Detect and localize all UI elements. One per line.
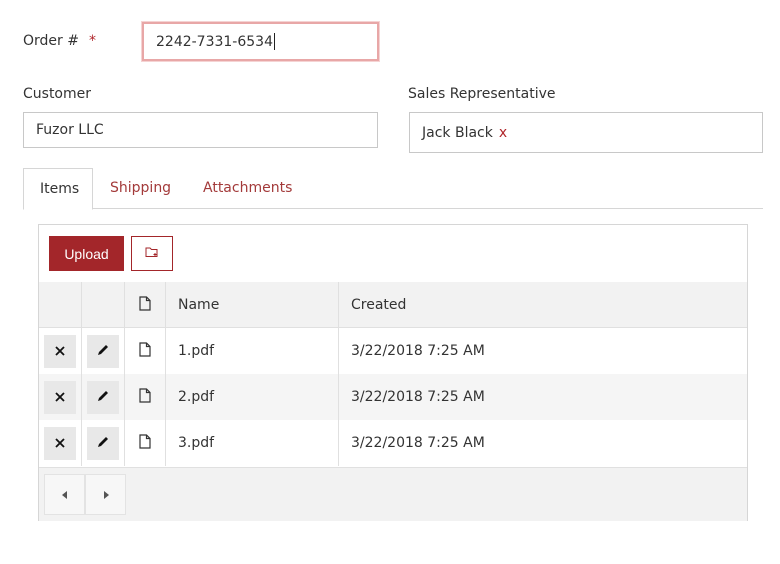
caret-left-icon: [61, 487, 68, 503]
edit-button[interactable]: [87, 380, 119, 414]
close-icon: [55, 436, 65, 451]
tab-attachments[interactable]: Attachments: [187, 168, 308, 209]
pencil-icon: [96, 343, 110, 360]
next-page-button[interactable]: [85, 474, 126, 515]
sales-rep-tag: Jack Black x: [422, 125, 507, 141]
close-icon: [55, 390, 65, 405]
upload-button[interactable]: Upload: [49, 236, 124, 271]
table-row: 3.pdf 3/22/2018 7:25 AM: [39, 420, 747, 466]
new-folder-button[interactable]: [131, 236, 173, 271]
sales-rep-value: Jack Black: [422, 124, 493, 141]
pencil-icon: [96, 389, 110, 406]
file-icon: [139, 387, 151, 407]
file-name: 3.pdf: [166, 420, 339, 466]
caret-right-icon: [103, 487, 109, 503]
delete-button[interactable]: [44, 380, 76, 414]
grid-header-row: Name Created: [39, 282, 747, 328]
delete-button[interactable]: [44, 426, 76, 460]
edit-cell: [82, 328, 125, 374]
delete-cell: [39, 374, 82, 420]
prev-page-button[interactable]: [44, 474, 85, 515]
order-number-input[interactable]: 2242-7331-6534: [142, 22, 379, 61]
type-cell: [125, 374, 166, 420]
order-number-value: 2242-7331-6534: [156, 33, 273, 50]
table-row: 2.pdf 3/22/2018 7:25 AM: [39, 374, 747, 420]
customer-field[interactable]: Fuzor LLC: [23, 112, 378, 148]
tab-shipping[interactable]: Shipping: [94, 168, 187, 209]
file-name: 2.pdf: [166, 374, 339, 420]
sales-rep-field[interactable]: Jack Black x: [409, 112, 763, 153]
order-label: Order # *: [23, 33, 96, 49]
type-cell: [125, 420, 166, 466]
tab-items[interactable]: Items: [23, 168, 93, 210]
customer-value: Fuzor LLC: [36, 122, 104, 138]
edit-button[interactable]: [87, 426, 119, 460]
file-created: 3/22/2018 7:25 AM: [351, 389, 485, 405]
close-icon: [55, 344, 65, 359]
file-icon: [139, 341, 151, 361]
header-created[interactable]: Created: [339, 282, 747, 328]
edit-button[interactable]: [87, 334, 119, 368]
type-cell: [125, 328, 166, 374]
sales-rep-label: Sales Representative: [408, 86, 556, 102]
pager: [39, 467, 747, 521]
files-grid: Name Created 1.pdf 3/22/2018 7:25 AM 2.p…: [39, 282, 747, 466]
remove-tag-button[interactable]: x: [499, 125, 507, 141]
tab-strip: Items Shipping Attachments: [23, 168, 763, 210]
file-created: 3/22/2018 7:25 AM: [351, 435, 485, 451]
pencil-icon: [96, 435, 110, 452]
text-caret: [274, 33, 275, 50]
file-created: 3/22/2018 7:25 AM: [351, 343, 485, 359]
header-type-col: [125, 282, 166, 328]
edit-cell: [82, 420, 125, 466]
folder-add-icon: [145, 246, 159, 262]
edit-cell: [82, 374, 125, 420]
delete-cell: [39, 420, 82, 466]
order-label-text: Order #: [23, 33, 79, 49]
file-name: 1.pdf: [166, 328, 339, 374]
file-icon: [139, 295, 151, 315]
file-manager-panel: Upload Name Created 1.pdf 3/22/2018 7:25…: [38, 224, 748, 521]
delete-button[interactable]: [44, 334, 76, 368]
delete-cell: [39, 328, 82, 374]
header-name[interactable]: Name: [166, 282, 339, 328]
required-mark: *: [88, 33, 96, 49]
header-delete-col: [39, 282, 82, 328]
header-edit-col: [82, 282, 125, 328]
table-row: 1.pdf 3/22/2018 7:25 AM: [39, 328, 747, 374]
file-icon: [139, 433, 151, 453]
customer-label: Customer: [23, 86, 92, 102]
